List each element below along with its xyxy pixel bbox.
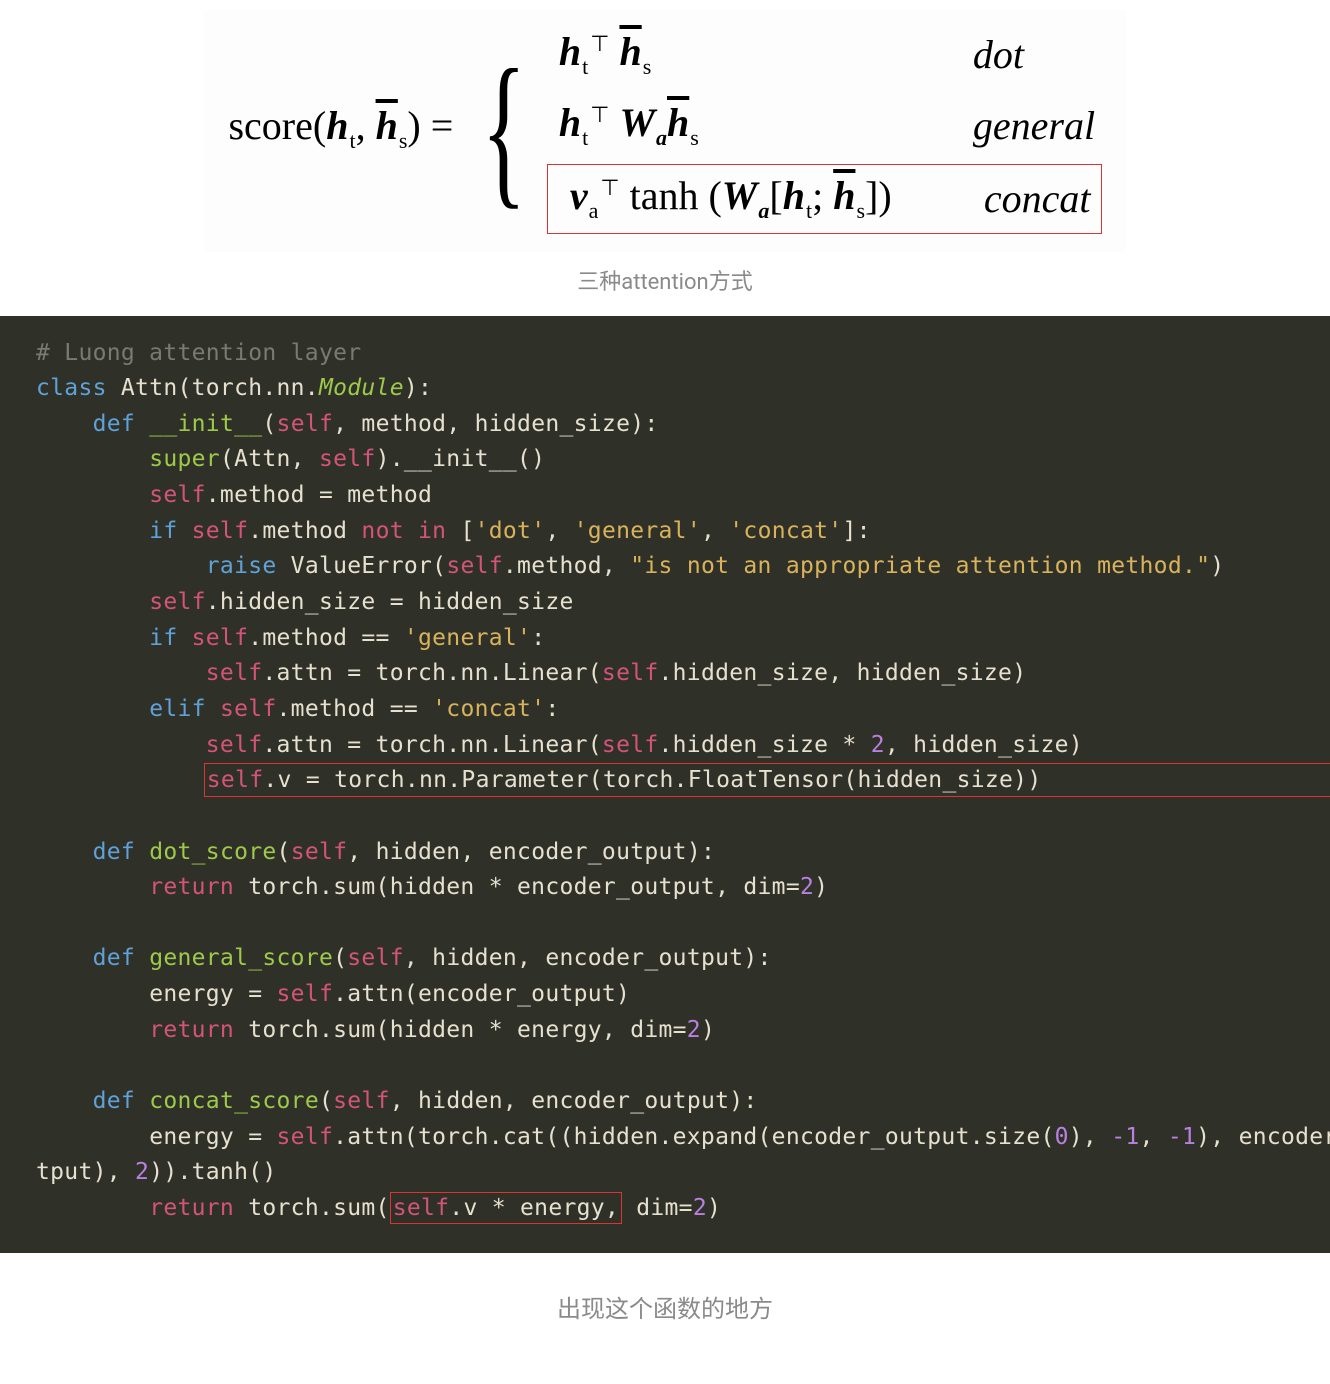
code-highlight-selfv: self.v * energy, [390, 1192, 622, 1224]
formula-image: score(ht, hs) = { ht⊤ hs dot ht⊤ Wahs ge… [0, 0, 1330, 252]
formula-highlight-concat: va⊤ tanh (Wa[ht; hs]) concat [547, 164, 1102, 233]
code-block: # Luong attention layer class Attn(torch… [0, 316, 1330, 1253]
formula-label-general: general [961, 104, 1095, 148]
formula-label-concat: concat [972, 177, 1091, 221]
code-caption: 出现这个函数的地方 [0, 1253, 1330, 1384]
code-highlight-parameter: self.v = torch.nn.Parameter(torch.FloatT… [204, 763, 1330, 797]
formula-caption: 三种attention方式 [0, 252, 1330, 316]
formula-label-dot: dot [961, 33, 1024, 77]
